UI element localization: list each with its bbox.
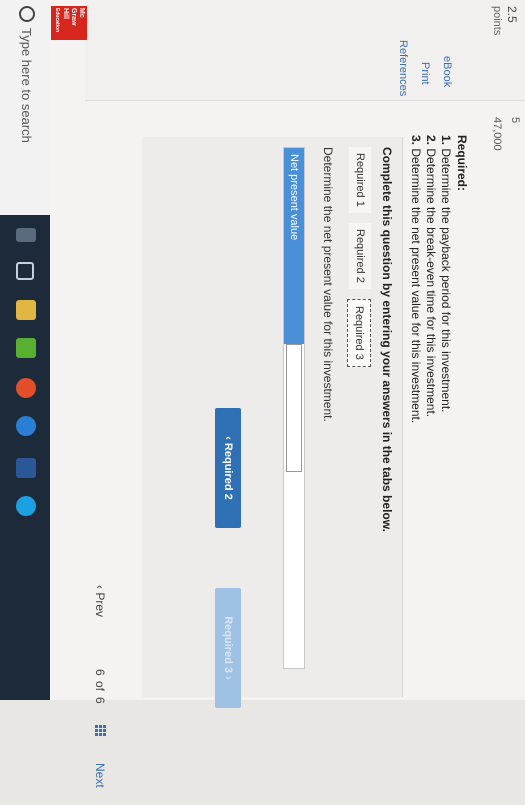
skype-icon[interactable] <box>16 496 36 516</box>
tab-required-3[interactable]: Required 3 <box>347 299 371 367</box>
grid-icon[interactable] <box>94 725 106 737</box>
references-link[interactable]: References <box>397 40 409 96</box>
main-content: Required: 1. Determine the payback perio… <box>85 105 525 788</box>
page-current: 6 <box>93 669 107 676</box>
required-item-2: 2. Determine the break-even time for thi… <box>424 135 438 417</box>
prev-page-button[interactable]: ‹ Prev <box>93 585 107 617</box>
logo-line-1: Mc <box>78 8 85 18</box>
tabs-panel <box>142 137 403 697</box>
required-item-2-num: 2. <box>424 135 438 146</box>
tab-required-1[interactable]: Required 1 <box>349 147 371 213</box>
page-navigation: ‹ Prev 6 of 6 Next <box>85 585 115 805</box>
required-item-1-text: Determine the payback period for this in… <box>439 148 453 413</box>
screen: 2.5 points eBook Print References 5 47,0… <box>0 0 525 788</box>
npv-input[interactable] <box>286 344 302 472</box>
npv-label: Net present value <box>284 148 304 344</box>
mcgraw-hill-logo: Mc Graw Hill Education <box>51 6 87 40</box>
required-item-3-num: 3. <box>409 135 423 146</box>
store-icon[interactable] <box>16 338 36 358</box>
required-item-3: 3. Determine the net present value for t… <box>409 135 423 423</box>
points-label: points <box>491 6 503 36</box>
next-required-button[interactable]: Required 3 › <box>215 588 241 708</box>
tab-prompt: Determine the net present value for this… <box>321 147 335 422</box>
task-view-icon[interactable] <box>16 262 34 280</box>
left-rail: 2.5 points eBook Print References <box>85 0 525 101</box>
ebook-link[interactable]: eBook <box>441 56 453 87</box>
logo-line-4: Education <box>54 8 60 33</box>
cortana-icon[interactable] <box>19 6 35 22</box>
edge-icon[interactable] <box>16 416 36 436</box>
instructions: Complete this question by entering your … <box>380 147 394 532</box>
prev-required-button[interactable]: ‹ Required 2 <box>215 408 241 528</box>
logo-line-2: Graw <box>70 8 77 26</box>
npv-row: Net present value <box>283 147 305 669</box>
taskbar-search[interactable]: Type here to search <box>0 0 50 215</box>
score-value: 2.5 <box>505 6 519 23</box>
required-title: Required: <box>455 135 469 192</box>
tab-required-2[interactable]: Required 2 <box>349 223 371 289</box>
next-page-button[interactable]: Next <box>93 763 107 788</box>
word-icon[interactable] <box>16 458 36 478</box>
required-item-1-num: 1. <box>439 135 453 146</box>
chrome-icon[interactable] <box>16 378 36 398</box>
required-item-1: 1. Determine the payback period for this… <box>439 135 453 413</box>
taskbar: Type here to search <box>0 0 50 700</box>
print-link[interactable]: Print <box>419 62 431 85</box>
file-explorer-icon[interactable] <box>16 300 36 320</box>
page-of: of <box>93 681 107 692</box>
required-item-3-text: Determine the net present value for this… <box>409 148 423 424</box>
logo-line-3: Hill <box>62 8 69 19</box>
microphone-icon[interactable] <box>16 228 36 242</box>
required-item-2-text: Determine the break-even time for this i… <box>424 148 438 418</box>
page-total: 6 <box>93 697 107 704</box>
search-placeholder: Type here to search <box>19 28 34 143</box>
